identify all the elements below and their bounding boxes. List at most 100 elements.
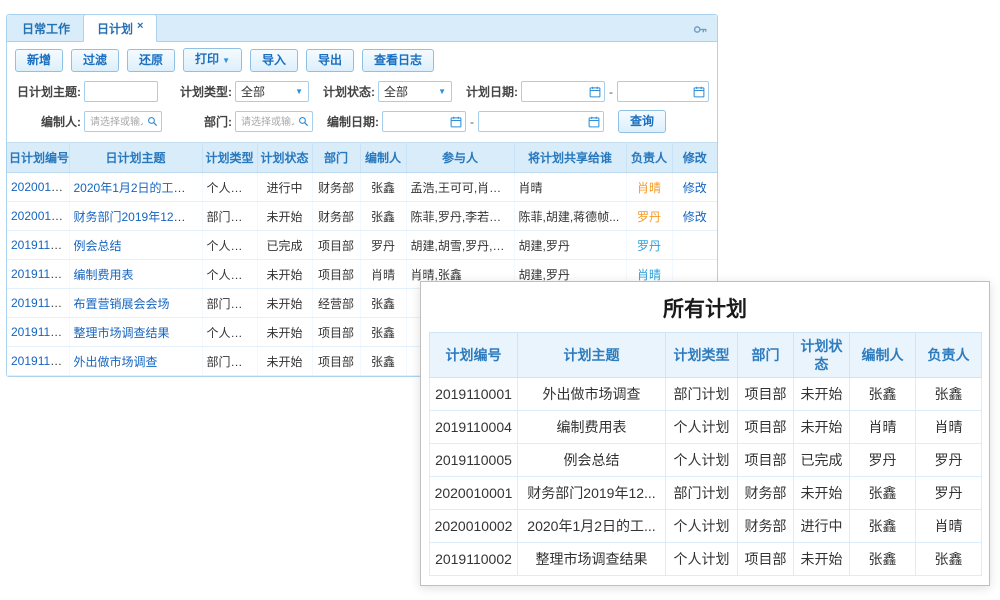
column-header[interactable]: 部门 bbox=[312, 143, 360, 173]
plan-id-link[interactable]: 2019110005 bbox=[11, 238, 69, 252]
plan-status-value: 全部 bbox=[384, 83, 408, 100]
plan-id-link[interactable]: 2020010002 bbox=[11, 180, 69, 194]
table-row[interactable]: 2020010002 2020年1月2日的工... 个人计划 财务部 进行中 张… bbox=[430, 510, 982, 543]
view-log-button[interactable]: 查看日志 bbox=[362, 49, 434, 72]
column-header[interactable]: 日计划编号 bbox=[7, 143, 69, 173]
print-button[interactable]: 打印▼ bbox=[183, 48, 242, 72]
cell-author: 肖晴 bbox=[850, 411, 916, 444]
plan-date-end-input[interactable] bbox=[621, 85, 691, 99]
cell-owner: 张鑫 bbox=[916, 543, 982, 576]
column-header[interactable]: 修改 bbox=[672, 143, 717, 173]
dept-input[interactable] bbox=[239, 115, 296, 129]
subject-link[interactable]: 例会总结 bbox=[74, 239, 122, 253]
cell-plan-status: 未开始 bbox=[794, 411, 850, 444]
owner-link[interactable]: 罗丹 bbox=[637, 239, 661, 253]
calendar-icon[interactable] bbox=[450, 116, 462, 128]
column-header[interactable]: 编制人 bbox=[360, 143, 406, 173]
calendar-icon[interactable] bbox=[693, 86, 705, 98]
restore-button[interactable]: 还原 bbox=[127, 49, 175, 72]
subject-link[interactable]: 财务部门2019年12月的... bbox=[74, 210, 203, 224]
column-header[interactable]: 计划状态 bbox=[257, 143, 312, 173]
cell-plan-id: 2020010002 bbox=[430, 510, 518, 543]
cell-plan-type: 个人计划 bbox=[202, 173, 257, 202]
dept-label: 部门: bbox=[162, 113, 232, 130]
cell-author: 张鑫 bbox=[360, 289, 406, 318]
cell-subject: 整理市场调查结果 bbox=[518, 543, 666, 576]
column-header[interactable]: 将计划共享给谁 bbox=[514, 143, 626, 173]
subject-input[interactable] bbox=[88, 85, 154, 99]
owner-link[interactable]: 肖晴 bbox=[637, 268, 661, 282]
table-row[interactable]: 2019110001 外出做市场调查 部门计划 项目部 未开始 张鑫 张鑫 bbox=[430, 378, 982, 411]
plan-id-link[interactable]: 2019110001 bbox=[11, 354, 69, 368]
all-plans-title: 所有计划 bbox=[421, 282, 989, 332]
cell-owner: 罗丹 bbox=[916, 477, 982, 510]
search-icon[interactable] bbox=[147, 116, 158, 127]
plan-id-link[interactable]: 2019110002 bbox=[11, 325, 69, 339]
calendar-icon[interactable] bbox=[589, 86, 601, 98]
cell-subject: 2020年1月2日的工... bbox=[518, 510, 666, 543]
column-header[interactable]: 日计划主题 bbox=[69, 143, 202, 173]
column-header[interactable]: 参与人 bbox=[406, 143, 514, 173]
cell-modify bbox=[672, 231, 717, 260]
date-range-separator: - bbox=[609, 85, 613, 99]
author-input[interactable] bbox=[88, 115, 145, 129]
modify-link[interactable]: 修改 bbox=[683, 181, 707, 195]
plan-type-select[interactable]: 全部▼ bbox=[235, 81, 309, 102]
cell-author: 张鑫 bbox=[360, 318, 406, 347]
all-plans-table: 计划编号 计划主题 计划类型 部门 计划状态 编制人 负责人 201911000… bbox=[429, 332, 982, 576]
cell-dept: 财务部 bbox=[738, 510, 794, 543]
owner-link[interactable]: 肖晴 bbox=[637, 181, 661, 195]
query-button[interactable]: 查询 bbox=[618, 110, 666, 133]
subject-link[interactable]: 外出做市场调查 bbox=[74, 355, 158, 369]
cell-plan-id: 2019110002 bbox=[430, 543, 518, 576]
cell-plan-type: 个人计划 bbox=[666, 444, 738, 477]
owner-link[interactable]: 罗丹 bbox=[637, 210, 661, 224]
cell-modify: 修改 bbox=[672, 173, 717, 202]
plan-type-label: 计划类型: bbox=[158, 83, 232, 100]
subject-link[interactable]: 整理市场调查结果 bbox=[74, 326, 170, 340]
plan-id-link[interactable]: 2020010001 bbox=[11, 209, 69, 223]
modify-link[interactable]: 修改 bbox=[683, 210, 707, 224]
all-plans-panel: 所有计划 计划编号 计划主题 计划类型 部门 计划状态 编制人 负责人 2019… bbox=[420, 281, 990, 586]
table-row[interactable]: 2019110002 整理市场调查结果 个人计划 项目部 未开始 张鑫 张鑫 bbox=[430, 543, 982, 576]
cell-author: 张鑫 bbox=[360, 202, 406, 231]
column-header[interactable]: 计划类型 bbox=[202, 143, 257, 173]
cell-dept: 经营部 bbox=[312, 289, 360, 318]
calendar-icon[interactable] bbox=[588, 116, 600, 128]
cell-dept: 项目部 bbox=[312, 347, 360, 376]
cell-author: 肖晴 bbox=[360, 260, 406, 289]
plan-id-link[interactable]: 2019110003 bbox=[11, 296, 69, 310]
cell-modify: 修改 bbox=[672, 202, 717, 231]
table-row[interactable]: 2020010001 财务部门2019年12... 部门计划 财务部 未开始 张… bbox=[430, 477, 982, 510]
search-icon[interactable] bbox=[298, 116, 309, 127]
make-date-start-input[interactable] bbox=[386, 115, 448, 129]
cell-plan-status: 未开始 bbox=[257, 260, 312, 289]
add-button[interactable]: 新增 bbox=[15, 49, 63, 72]
plan-status-label: 计划状态: bbox=[309, 83, 375, 100]
table-row[interactable]: 2020010001 财务部门2019年12月的... 部门计划 未开始 财务部… bbox=[7, 202, 717, 231]
subject-link[interactable]: 编制费用表 bbox=[74, 268, 134, 282]
table-row[interactable]: 2019110005 例会总结 个人计划 已完成 项目部 罗丹 胡建,胡雪,罗丹… bbox=[7, 231, 717, 260]
table-row[interactable]: 2019110004 编制费用表 个人计划 项目部 未开始 肖晴 肖晴 bbox=[430, 411, 982, 444]
subject-link[interactable]: 2020年1月2日的工作日... bbox=[74, 181, 203, 195]
column-header[interactable]: 负责人 bbox=[626, 143, 672, 173]
plan-status-select[interactable]: 全部▼ bbox=[378, 81, 452, 102]
plan-id-link[interactable]: 2019110004 bbox=[11, 267, 69, 281]
tab-daily-plan[interactable]: 日计划× bbox=[83, 14, 157, 42]
column-header: 计划主题 bbox=[518, 333, 666, 378]
export-button[interactable]: 导出 bbox=[306, 49, 354, 72]
subject-link[interactable]: 布置营销展会会场 bbox=[74, 297, 170, 311]
table-row[interactable]: 2019110005 例会总结 个人计划 项目部 已完成 罗丹 罗丹 bbox=[430, 444, 982, 477]
table-row[interactable]: 2020010002 2020年1月2日的工作日... 个人计划 进行中 财务部… bbox=[7, 173, 717, 202]
cell-author: 张鑫 bbox=[850, 477, 916, 510]
import-button[interactable]: 导入 bbox=[250, 49, 298, 72]
header-row: 计划编号 计划主题 计划类型 部门 计划状态 编制人 负责人 bbox=[430, 333, 982, 378]
plan-date-start-input[interactable] bbox=[525, 85, 587, 99]
cell-owner: 肖晴 bbox=[916, 411, 982, 444]
tab-daily-work[interactable]: 日常工作 bbox=[9, 15, 83, 41]
cell-plan-type: 个人计划 bbox=[202, 260, 257, 289]
filter-button[interactable]: 过滤 bbox=[71, 49, 119, 72]
close-icon[interactable]: × bbox=[137, 20, 143, 32]
make-date-end-input[interactable] bbox=[482, 115, 586, 129]
key-icon[interactable] bbox=[693, 22, 708, 37]
